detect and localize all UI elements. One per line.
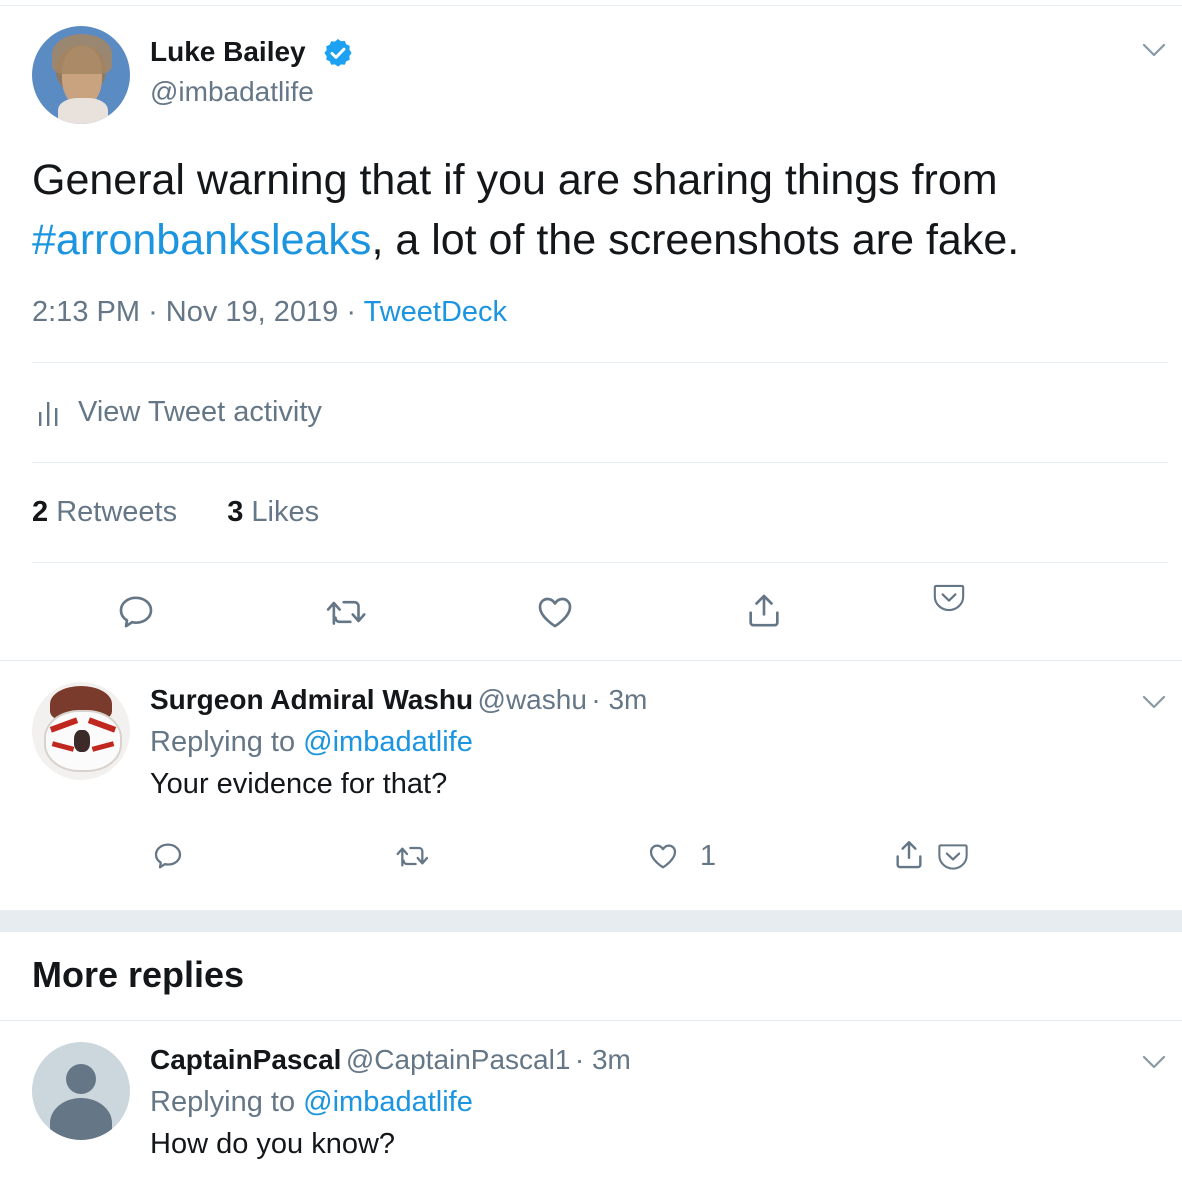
more-replies-heading: More replies (32, 954, 245, 995)
divider (32, 562, 1168, 563)
meta-separator: · (346, 296, 357, 328)
tweet-date[interactable]: Nov 19, 2019 (166, 296, 339, 328)
share-icon[interactable] (892, 838, 926, 872)
pocket-save-icon[interactable] (936, 842, 970, 872)
retweets-count: 2 (32, 496, 49, 528)
replying-to-prefix: Replying to (150, 1086, 296, 1118)
divider (32, 462, 1168, 463)
default-avatar-icon[interactable] (32, 1042, 130, 1140)
tweet-text-line2-rest: , a lot of the screenshots are fake. (371, 216, 1020, 264)
reply-header: Surgeon Admiral Washu @washu · 3m (150, 684, 647, 716)
meta-separator: · (148, 296, 158, 328)
section-gap (0, 910, 1182, 932)
reply-author-name[interactable]: CaptainPascal (150, 1044, 341, 1075)
divider (32, 362, 1168, 363)
replying-to-link[interactable]: @imbadatlife (303, 1086, 473, 1118)
pocket-save-icon[interactable] (932, 582, 966, 614)
divider (0, 1020, 1182, 1021)
like-icon[interactable] (534, 592, 576, 632)
tweet-text-line1: General warning that if you are sharing … (32, 156, 998, 204)
author-avatar[interactable] (32, 26, 130, 124)
retweets-label: Retweets (56, 496, 178, 528)
replying-to: Replying to @imbadatlife (150, 726, 473, 759)
retweet-icon[interactable] (394, 840, 432, 872)
reply-icon[interactable] (116, 592, 156, 632)
chevron-down-icon[interactable] (1142, 1054, 1166, 1070)
view-activity-link[interactable]: View Tweet activity (36, 396, 322, 429)
reply-like-count: 1 (700, 840, 717, 872)
likes-count: 3 (227, 496, 244, 528)
replying-to-prefix: Replying to (150, 726, 296, 758)
reply-author-name[interactable]: Surgeon Admiral Washu (150, 684, 473, 715)
replying-to: Replying to @imbadatlife (150, 1086, 473, 1119)
verified-badge-icon (322, 37, 354, 69)
reply-avatar[interactable] (32, 682, 130, 780)
reply-text: Your evidence for that? (150, 768, 448, 800)
tweet-time[interactable]: 2:13 PM (32, 296, 140, 328)
tweet-source-link[interactable]: TweetDeck (364, 296, 507, 328)
reply-author-handle[interactable]: @washu (478, 684, 587, 715)
chevron-down-icon[interactable] (1142, 694, 1166, 710)
replying-to-link[interactable]: @imbadatlife (303, 726, 473, 758)
reply-time[interactable]: · 3m (591, 684, 647, 715)
chevron-down-icon[interactable] (1142, 42, 1166, 58)
share-icon[interactable] (744, 590, 784, 632)
divider (0, 660, 1182, 661)
likes-label: Likes (251, 496, 320, 528)
likes-stat[interactable]: 3 Likes (227, 496, 319, 528)
tweet-text: General warning that if you are sharing … (32, 150, 1019, 270)
view-activity-label: View Tweet activity (78, 396, 322, 428)
reply-icon[interactable] (152, 840, 184, 872)
reply-header: CaptainPascal @CaptainPascal1 · 3m (150, 1044, 631, 1076)
retweets-stat[interactable]: 2 Retweets (32, 496, 177, 528)
retweet-icon[interactable] (324, 592, 370, 632)
like-icon[interactable] (646, 840, 680, 872)
tweet-text-line2: #arronbanksleaks, a lot of the screensho… (32, 210, 1019, 270)
reply-text: How do you know? (150, 1128, 396, 1160)
bar-chart-icon (36, 398, 64, 428)
reply-author-handle[interactable]: @CaptainPascal1 (346, 1044, 571, 1075)
tweet-stats: 2 Retweets 3 Likes (32, 496, 319, 529)
reply-time[interactable]: · 3m (575, 1044, 631, 1075)
top-divider (0, 5, 1182, 6)
author-handle[interactable]: @imbadatlife (150, 76, 314, 108)
hashtag-link[interactable]: #arronbanksleaks (32, 216, 371, 264)
tweet-meta: 2:13 PM · Nov 19, 2019 · TweetDeck (32, 296, 507, 329)
author-name[interactable]: Luke Bailey (150, 36, 306, 68)
